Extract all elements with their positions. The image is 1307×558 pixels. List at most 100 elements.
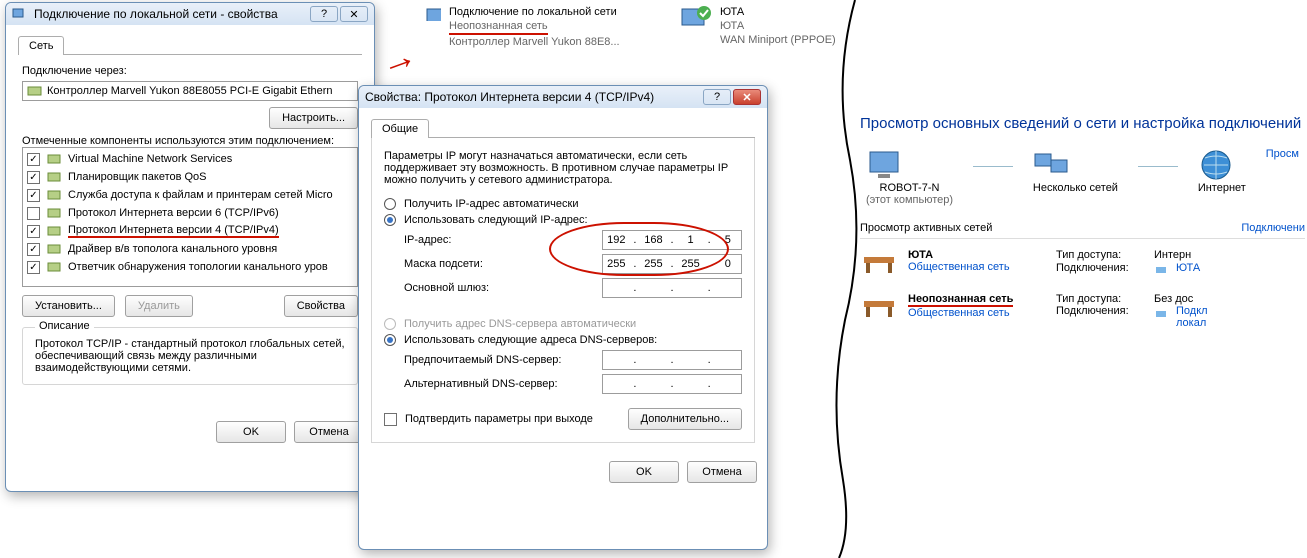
component-item[interactable]: Ответчик обнаружения топологии канальног… bbox=[25, 258, 355, 276]
component-label: Планировщик пакетов QoS bbox=[68, 171, 207, 183]
yota-title: ЮТА bbox=[720, 5, 836, 19]
connect-via-label: Подключение через: bbox=[22, 65, 358, 77]
install-button[interactable]: Установить... bbox=[22, 295, 115, 317]
component-icon bbox=[46, 169, 62, 185]
components-label: Отмеченные компоненты используются этим … bbox=[22, 135, 358, 147]
internet-node: Интернет bbox=[1198, 148, 1246, 194]
validate-checkbox[interactable] bbox=[384, 413, 397, 426]
description-text: Протокол TCP/IP - стандартный протокол г… bbox=[35, 338, 345, 374]
checkbox[interactable] bbox=[27, 171, 40, 184]
modem-icon bbox=[1154, 261, 1168, 275]
component-icon bbox=[46, 223, 62, 239]
component-label: Ответчик обнаружения топологии канальног… bbox=[68, 261, 328, 273]
component-item[interactable]: Драйвер в/в тополога канального уровня bbox=[25, 240, 355, 258]
component-label: Протокол Интернета версии 4 (TCP/IPv4) bbox=[68, 224, 279, 238]
lan-title: Подключение по локальной сети bbox=[449, 5, 620, 19]
lan-status: Неопознанная сеть bbox=[449, 19, 548, 35]
component-icon bbox=[46, 259, 62, 275]
close-button[interactable]: ✕ bbox=[340, 6, 368, 22]
component-icon bbox=[46, 151, 62, 167]
component-icon bbox=[46, 205, 62, 221]
component-label: Virtual Machine Network Services bbox=[68, 153, 232, 165]
gateway-label: Основной шлюз: bbox=[404, 282, 594, 294]
components-list[interactable]: Virtual Machine Network Services Планиров… bbox=[22, 147, 358, 287]
component-label: Драйвер в/в тополога канального уровня bbox=[68, 243, 277, 255]
checkbox[interactable] bbox=[27, 207, 40, 220]
help-button[interactable]: ? bbox=[703, 89, 731, 105]
checkbox[interactable] bbox=[27, 189, 40, 202]
checkbox[interactable] bbox=[27, 225, 40, 238]
full-map-link[interactable]: Просм bbox=[1266, 148, 1299, 160]
net2-conn[interactable]: Подкл локал bbox=[1176, 305, 1208, 329]
adapter-field: Контроллер Marvell Yukon 88E8055 PCI-E G… bbox=[22, 81, 358, 101]
window-title: Подключение по локальной сети - свойства bbox=[34, 7, 308, 21]
gateway-input[interactable]: ... bbox=[602, 278, 742, 298]
help-button[interactable]: ? bbox=[310, 6, 338, 22]
tab-network[interactable]: Сеть bbox=[18, 36, 64, 55]
net1-conn[interactable]: ЮТА bbox=[1176, 262, 1200, 274]
net1-type[interactable]: Общественная сеть bbox=[908, 261, 1048, 273]
dns1-label: Предпочитаемый DNS-сервер: bbox=[404, 354, 594, 366]
network-tile-lan[interactable]: Подключение по локальной сети Неопознанн… bbox=[425, 5, 655, 49]
component-item[interactable]: Планировщик пакетов QoS bbox=[25, 168, 355, 186]
window-title: Свойства: Протокол Интернета версии 4 (T… bbox=[365, 90, 701, 104]
nic-icon bbox=[27, 83, 43, 99]
pc-icon bbox=[866, 148, 906, 182]
checkbox[interactable] bbox=[27, 261, 40, 274]
network-icon bbox=[12, 6, 28, 22]
center-heading: Просмотр основных сведений о сети и наст… bbox=[860, 115, 1305, 132]
network-center-panel: Просмотр основных сведений о сети и наст… bbox=[860, 115, 1305, 343]
net1-name: ЮТА bbox=[908, 249, 1048, 261]
ipv4-properties-window: Свойства: Протокол Интернета версии 4 (T… bbox=[358, 85, 768, 550]
radio-manual-ip[interactable] bbox=[384, 214, 396, 226]
component-item[interactable]: Протокол Интернета версии 4 (TCP/IPv4) bbox=[25, 222, 355, 240]
titlebar[interactable]: Свойства: Протокол Интернета версии 4 (T… bbox=[359, 86, 767, 108]
advanced-button[interactable]: Дополнительно... bbox=[628, 408, 742, 430]
bench-icon bbox=[860, 293, 900, 323]
description-group: Описание Протокол TCP/IP - стандартный п… bbox=[22, 327, 358, 385]
component-icon bbox=[46, 187, 62, 203]
lan-device: Контроллер Marvell Yukon 88E8... bbox=[449, 35, 620, 49]
ok-button[interactable]: OK bbox=[216, 421, 286, 443]
radio-manual-dns[interactable] bbox=[384, 334, 396, 346]
cancel-button[interactable]: Отмена bbox=[687, 461, 757, 483]
remove-button: Удалить bbox=[125, 295, 193, 317]
radio-auto-dns bbox=[384, 318, 396, 330]
network-tile-yota[interactable]: ЮТА ЮТА WAN Miniport (PPPOE) bbox=[680, 5, 870, 47]
annotation-circle bbox=[549, 222, 729, 276]
net2-type[interactable]: Общественная сеть bbox=[908, 307, 1048, 319]
connect-link[interactable]: Подключени bbox=[1241, 222, 1305, 234]
dns1-input[interactable]: ... bbox=[602, 350, 742, 370]
cancel-button[interactable]: Отмена bbox=[294, 421, 364, 443]
configure-button[interactable]: Настроить... bbox=[269, 107, 358, 129]
component-item[interactable]: Virtual Machine Network Services bbox=[25, 150, 355, 168]
dns2-label: Альтернативный DNS-сервер: bbox=[404, 378, 594, 390]
component-icon bbox=[46, 241, 62, 257]
checkbox[interactable] bbox=[27, 153, 40, 166]
globe-icon bbox=[1198, 148, 1238, 182]
bench-icon bbox=[860, 249, 900, 279]
multi-node: Несколько сетей bbox=[1033, 148, 1118, 194]
lan-properties-window: Подключение по локальной сети - свойства… bbox=[5, 2, 375, 492]
close-button[interactable]: ✕ bbox=[733, 89, 761, 105]
network-icon bbox=[1033, 148, 1073, 182]
component-label: Протокол Интернета версии 6 (TCP/IPv6) bbox=[68, 207, 279, 219]
component-item[interactable]: Служба доступа к файлам и принтерам сете… bbox=[25, 186, 355, 204]
active-networks-label: Просмотр активных сетей bbox=[860, 222, 1233, 234]
yota-sub: ЮТА bbox=[720, 19, 836, 33]
modem-icon bbox=[1154, 305, 1168, 319]
tab-general[interactable]: Общие bbox=[371, 119, 429, 138]
intro-text: Параметры IP могут назначаться автоматич… bbox=[384, 150, 742, 186]
monitor-ok-icon bbox=[680, 5, 712, 37]
titlebar[interactable]: Подключение по локальной сети - свойства… bbox=[6, 3, 374, 25]
component-item[interactable]: Протокол Интернета версии 6 (TCP/IPv6) bbox=[25, 204, 355, 222]
component-label: Служба доступа к файлам и принтерам сете… bbox=[68, 189, 333, 201]
radio-auto-ip[interactable] bbox=[384, 198, 396, 210]
dns2-input[interactable]: ... bbox=[602, 374, 742, 394]
ok-button[interactable]: OK bbox=[609, 461, 679, 483]
annotation-arrow: → bbox=[374, 33, 422, 85]
properties-button[interactable]: Свойства bbox=[284, 295, 358, 317]
monitor-icon bbox=[425, 5, 441, 21]
checkbox[interactable] bbox=[27, 243, 40, 256]
pc-node: ROBOT-7-N (этот компьютер) bbox=[866, 148, 953, 206]
